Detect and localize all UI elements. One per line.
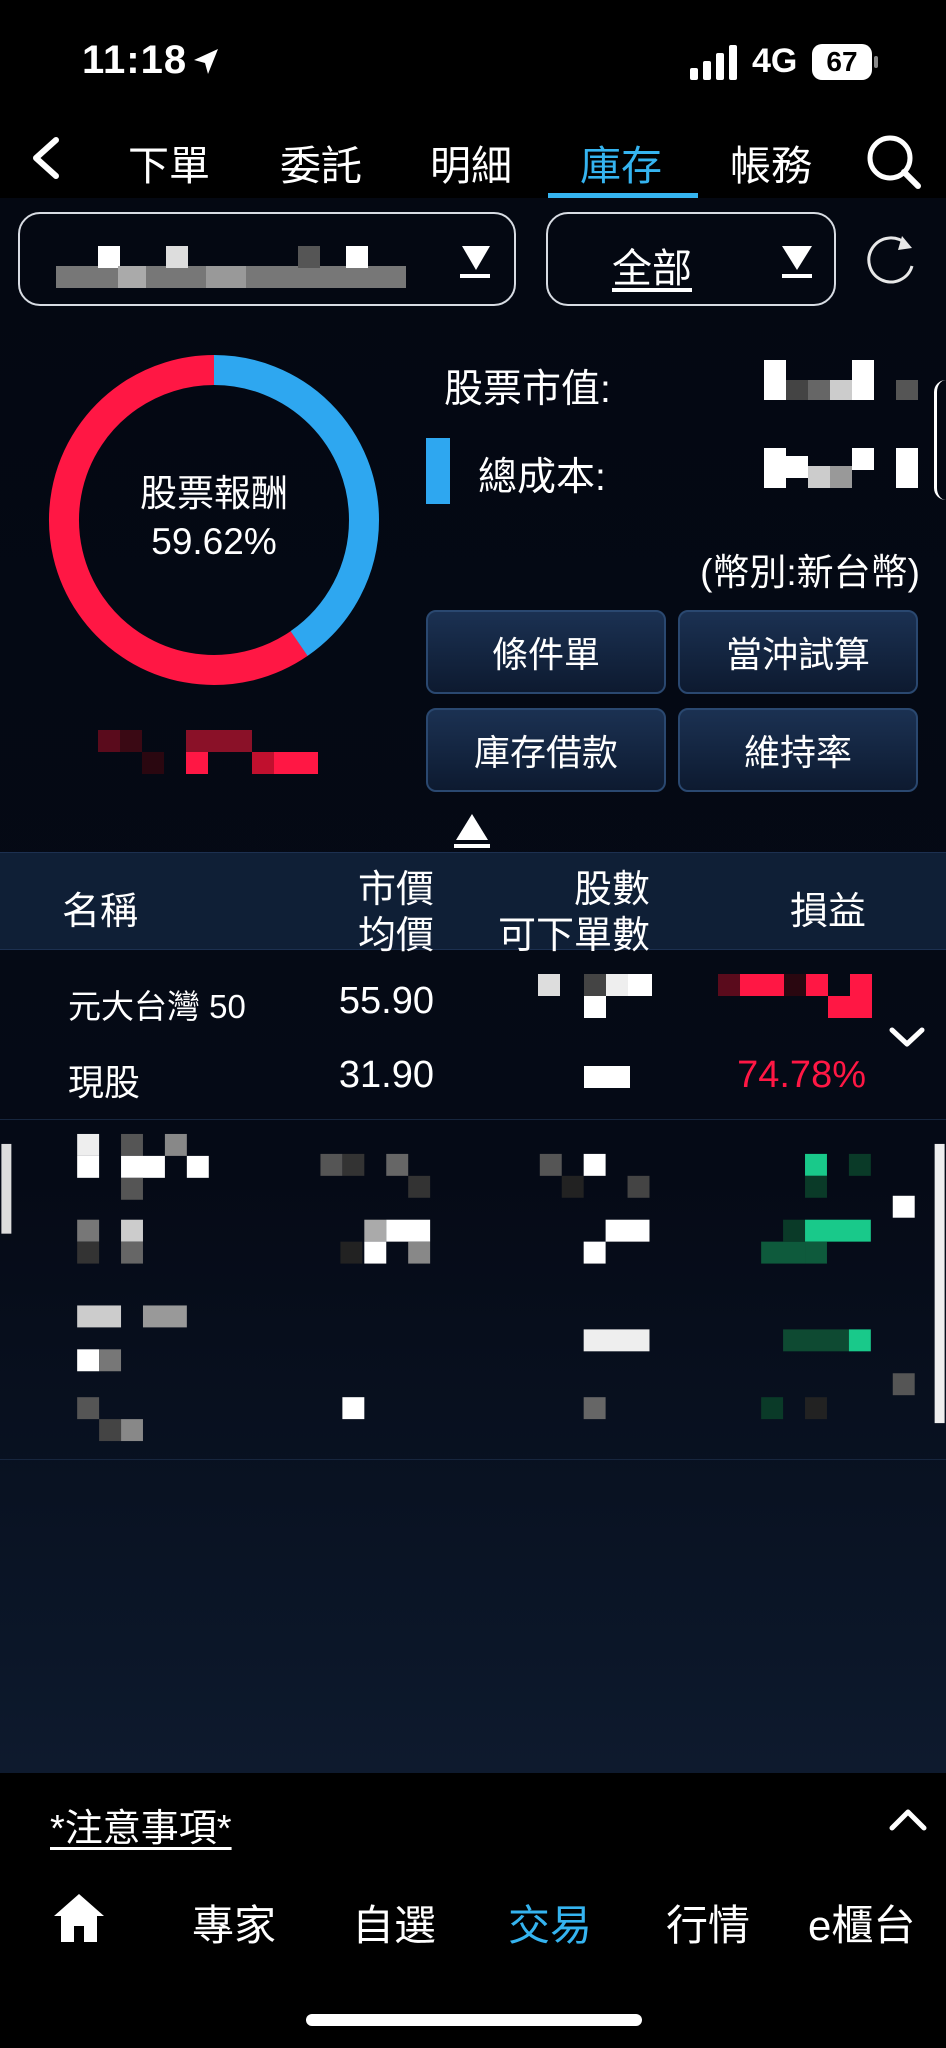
- day-trade-calc-button[interactable]: 當沖試算: [678, 610, 918, 694]
- tab-entrust[interactable]: 委託: [280, 132, 362, 192]
- row-stock-type: 現股: [68, 1062, 141, 1103]
- donut-center-label: 股票報酬 59.62%: [44, 470, 384, 566]
- row-shares-redacted: [538, 974, 652, 1018]
- row-pnl-percent: 74.78%: [737, 1054, 866, 1096]
- conditional-order-button[interactable]: 條件單: [426, 610, 666, 694]
- battery-level: 67: [812, 44, 872, 80]
- header-pnl: 損益: [789, 891, 866, 933]
- nav-trade[interactable]: 交易: [508, 1892, 592, 1953]
- refresh-icon[interactable]: [862, 230, 922, 290]
- row-price: 55.90: [338, 980, 434, 1022]
- account-dropdown-icon[interactable]: [452, 240, 494, 282]
- nav-watchlist[interactable]: 自選: [352, 1892, 436, 1953]
- collapse-triangle-icon[interactable]: [452, 810, 492, 850]
- battery-icon: 67: [812, 44, 878, 80]
- donut-label-value: 59.62%: [151, 521, 277, 562]
- nav-ecounter[interactable]: e櫃台: [808, 1892, 915, 1953]
- tab-details[interactable]: 明細: [430, 132, 512, 192]
- account-redacted: [56, 246, 406, 288]
- network-type: 4G: [752, 42, 798, 80]
- donut-label-title: 股票報酬: [140, 473, 288, 514]
- nav-quotes[interactable]: 行情: [666, 1892, 750, 1953]
- search-icon[interactable]: [864, 132, 922, 190]
- row-stock-name: 元大台灣 50: [68, 988, 246, 1025]
- edge-decoration: [934, 380, 946, 500]
- filter-dropdown-icon[interactable]: [780, 240, 814, 282]
- cost-legend-swatch: [426, 438, 450, 504]
- location-arrow-icon: [194, 49, 218, 74]
- header-name: 名稱: [62, 891, 139, 933]
- status-time: 11:18: [82, 38, 188, 82]
- redacted-amount: [98, 730, 318, 774]
- home-indicator: [306, 2014, 642, 2026]
- tab-inventory[interactable]: 庫存: [580, 132, 662, 192]
- tab-account[interactable]: 帳務: [730, 132, 812, 192]
- back-chevron-icon[interactable]: [26, 130, 66, 186]
- total-cost-redacted: [764, 448, 918, 488]
- row-avg-price: 31.90: [338, 1054, 434, 1096]
- row-pnl-redacted: [718, 974, 872, 1018]
- currency-note: (幣別:新台幣): [700, 552, 920, 593]
- market-value-redacted: [764, 360, 918, 400]
- filter-selected-value: 全部: [612, 247, 692, 291]
- signal-icon: [690, 45, 737, 80]
- market-value-label: 股票市值:: [444, 368, 611, 411]
- expand-chevron-icon[interactable]: [888, 1018, 926, 1056]
- maintenance-rate-button[interactable]: 維持率: [678, 708, 918, 792]
- row-orderable-redacted: [584, 1066, 630, 1088]
- inventory-loan-button[interactable]: 庫存借款: [426, 708, 666, 792]
- notice-link[interactable]: *注意事項*: [50, 1797, 232, 1852]
- expand-notice-chevron-icon[interactable]: [888, 1800, 928, 1840]
- tab-order[interactable]: 下單: [128, 132, 210, 192]
- home-icon[interactable]: [52, 1892, 106, 1944]
- redacted-rows: [0, 1133, 946, 1460]
- nav-expert[interactable]: 專家: [192, 1892, 276, 1953]
- total-cost-label: 總成本:: [478, 456, 606, 499]
